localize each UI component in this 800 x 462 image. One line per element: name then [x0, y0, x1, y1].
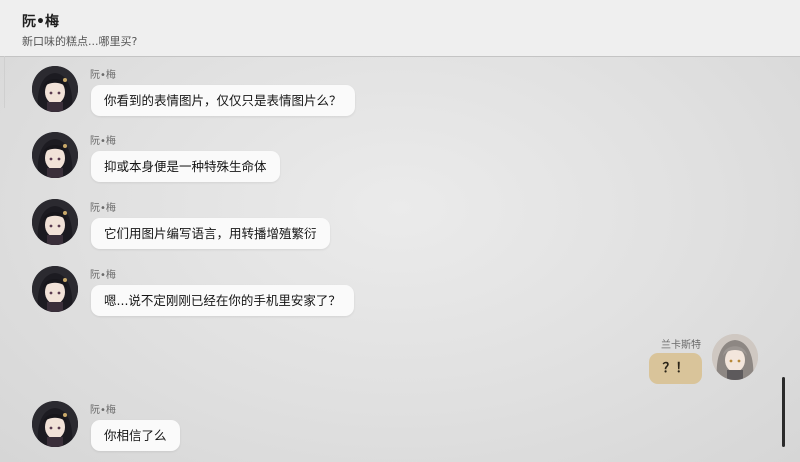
sender-name: 兰卡斯特	[661, 340, 701, 351]
ruan-mei-avatar-icon[interactable]	[32, 266, 78, 312]
message-item: 阮•梅 它们用图片编写语言，用转播增殖繁衍	[0, 199, 800, 259]
message-bubble[interactable]: 你相信了么	[91, 420, 180, 451]
sender-name: 阮•梅	[90, 70, 116, 81]
chat-subtitle: 新口味的糕点...哪里买?	[22, 35, 138, 48]
message-bubble[interactable]: 它们用图片编写语言，用转播增殖繁衍	[91, 218, 330, 249]
sender-name: 阮•梅	[90, 136, 116, 147]
chat-title: 阮•梅	[22, 14, 59, 30]
message-item: 阮•梅 抑或本身便是一种特殊生命体	[0, 132, 800, 192]
lancaster-avatar-icon[interactable]	[712, 334, 758, 380]
ruan-mei-avatar-icon[interactable]	[32, 132, 78, 178]
message-bubble[interactable]: 抑或本身便是一种特殊生命体	[91, 151, 280, 182]
ruan-mei-avatar-icon[interactable]	[32, 66, 78, 112]
sender-name: 阮•梅	[90, 270, 116, 281]
sender-name: 阮•梅	[90, 203, 116, 214]
sender-name: 阮•梅	[90, 405, 116, 416]
message-item: 阮•梅 嗯...说不定刚刚已经在你的手机里安家了？	[0, 266, 800, 326]
message-item: 兰卡斯特 ？！	[0, 334, 800, 394]
message-item: 阮•梅 你看到的表情图片，仅仅只是表情图片么？	[0, 66, 800, 126]
ruan-mei-avatar-icon[interactable]	[32, 199, 78, 245]
message-bubble[interactable]: 嗯...说不定刚刚已经在你的手机里安家了？	[91, 285, 354, 316]
chat-header: 阮•梅 新口味的糕点...哪里买?	[0, 0, 800, 57]
message-bubble[interactable]: ？！	[649, 353, 702, 384]
scrollbar-thumb[interactable]	[782, 377, 785, 447]
ruan-mei-avatar-icon[interactable]	[32, 401, 78, 447]
message-item: 阮•梅 你相信了么	[0, 401, 800, 461]
message-bubble[interactable]: 你看到的表情图片，仅仅只是表情图片么？	[91, 85, 355, 116]
